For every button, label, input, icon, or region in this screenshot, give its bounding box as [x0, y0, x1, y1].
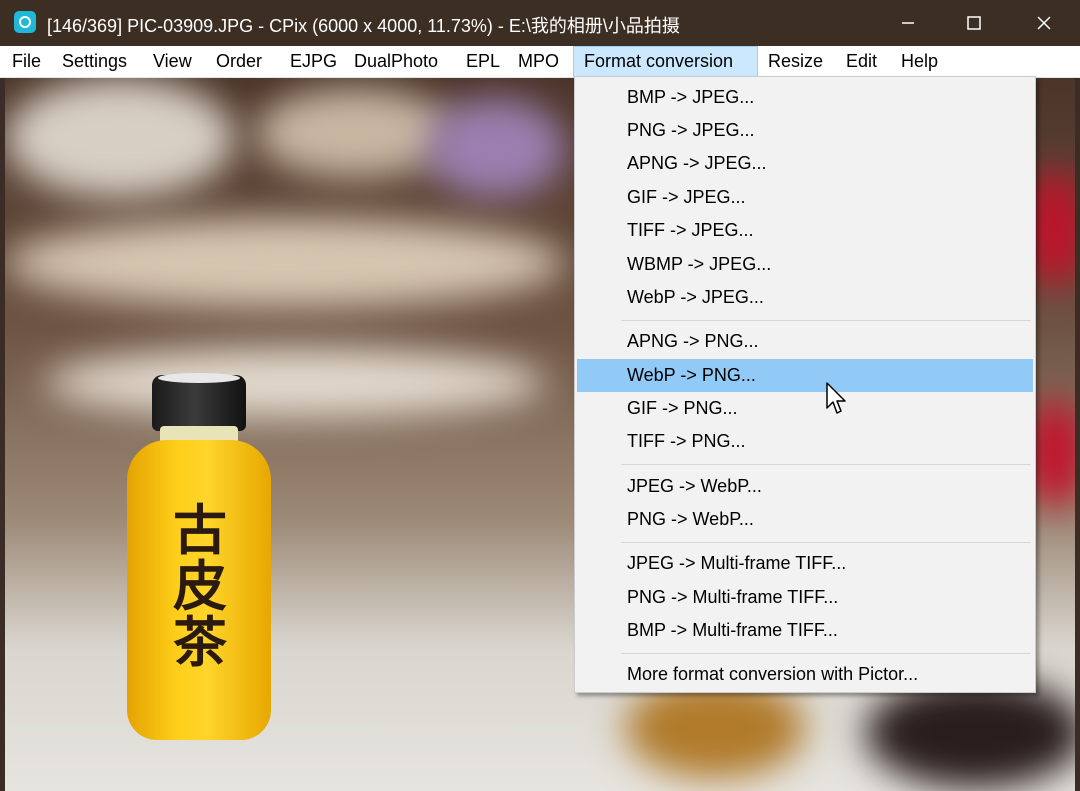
- menu-separator: [621, 653, 1031, 654]
- menu-item-gif-to-png[interactable]: GIF -> PNG...: [577, 392, 1033, 425]
- bottle-cap: [152, 373, 246, 431]
- menu-format-conversion[interactable]: Format conversion: [573, 46, 758, 77]
- menu-item-webp-to-png[interactable]: WebP -> PNG...: [577, 359, 1033, 392]
- menu-item-bmp-to-multiframe-tiff[interactable]: BMP -> Multi-frame TIFF...: [577, 614, 1033, 647]
- close-button[interactable]: [1015, 0, 1073, 46]
- menu-item-png-to-multiframe-tiff[interactable]: PNG -> Multi-frame TIFF...: [577, 581, 1033, 614]
- bokeh-blob: [5, 218, 565, 308]
- window-title: [146/369] PIC-03909.JPG - CPix (6000 x 4…: [47, 16, 680, 36]
- bottle-label: 古皮茶: [173, 499, 227, 674]
- menu-item-apng-to-png[interactable]: APNG -> PNG...: [577, 325, 1033, 358]
- menu-resize[interactable]: Resize: [758, 46, 833, 77]
- format-conversion-dropdown: BMP -> JPEG... PNG -> JPEG... APNG -> JP…: [574, 76, 1036, 693]
- menu-separator: [621, 320, 1031, 321]
- menu-settings[interactable]: Settings: [52, 46, 137, 77]
- menu-item-jpeg-to-multiframe-tiff[interactable]: JPEG -> Multi-frame TIFF...: [577, 547, 1033, 580]
- bokeh-blob: [625, 678, 805, 778]
- bokeh-blob: [5, 78, 235, 198]
- menu-item-gif-to-jpeg[interactable]: GIF -> JPEG...: [577, 181, 1033, 214]
- minimize-button[interactable]: [879, 0, 937, 46]
- cpix-app-icon[interactable]: [14, 11, 36, 33]
- menu-file[interactable]: File: [2, 46, 51, 77]
- menu-separator: [621, 542, 1031, 543]
- menu-bar: File Settings View Order EJPG DualPhoto …: [0, 46, 1080, 78]
- minimize-icon: [902, 22, 914, 24]
- menu-item-webp-to-jpeg[interactable]: WebP -> JPEG...: [577, 281, 1033, 314]
- menu-item-wbmp-to-jpeg[interactable]: WBMP -> JPEG...: [577, 248, 1033, 281]
- menu-help[interactable]: Help: [891, 46, 948, 77]
- maximize-icon: [967, 16, 981, 30]
- menu-edit[interactable]: Edit: [836, 46, 887, 77]
- mouse-pointer-icon: [826, 382, 846, 414]
- bokeh-blob: [255, 88, 455, 178]
- menu-item-png-to-jpeg[interactable]: PNG -> JPEG...: [577, 114, 1033, 147]
- menu-item-tiff-to-jpeg[interactable]: TIFF -> JPEG...: [577, 214, 1033, 247]
- menu-item-tiff-to-png[interactable]: TIFF -> PNG...: [577, 425, 1033, 458]
- close-icon: [1037, 16, 1051, 30]
- menu-mpo[interactable]: MPO: [508, 46, 569, 77]
- menu-item-apng-to-jpeg[interactable]: APNG -> JPEG...: [577, 147, 1033, 180]
- menu-ejpg[interactable]: EJPG: [280, 46, 347, 77]
- menu-epl[interactable]: EPL: [456, 46, 510, 77]
- bokeh-blob: [865, 678, 1075, 788]
- menu-item-bmp-to-jpeg[interactable]: BMP -> JPEG...: [577, 81, 1033, 114]
- menu-item-jpeg-to-webp[interactable]: JPEG -> WebP...: [577, 470, 1033, 503]
- menu-view[interactable]: View: [143, 46, 202, 77]
- bokeh-blob: [425, 98, 565, 198]
- bokeh-blob: [45, 348, 545, 418]
- menu-item-png-to-webp[interactable]: PNG -> WebP...: [577, 503, 1033, 536]
- maximize-button[interactable]: [945, 0, 1003, 46]
- menu-dualphoto[interactable]: DualPhoto: [344, 46, 448, 77]
- title-bar: [146/369] PIC-03909.JPG - CPix (6000 x 4…: [0, 0, 1080, 46]
- menu-order[interactable]: Order: [206, 46, 272, 77]
- menu-item-more-with-pictor[interactable]: More format conversion with Pictor...: [577, 658, 1033, 691]
- menu-separator: [621, 464, 1031, 465]
